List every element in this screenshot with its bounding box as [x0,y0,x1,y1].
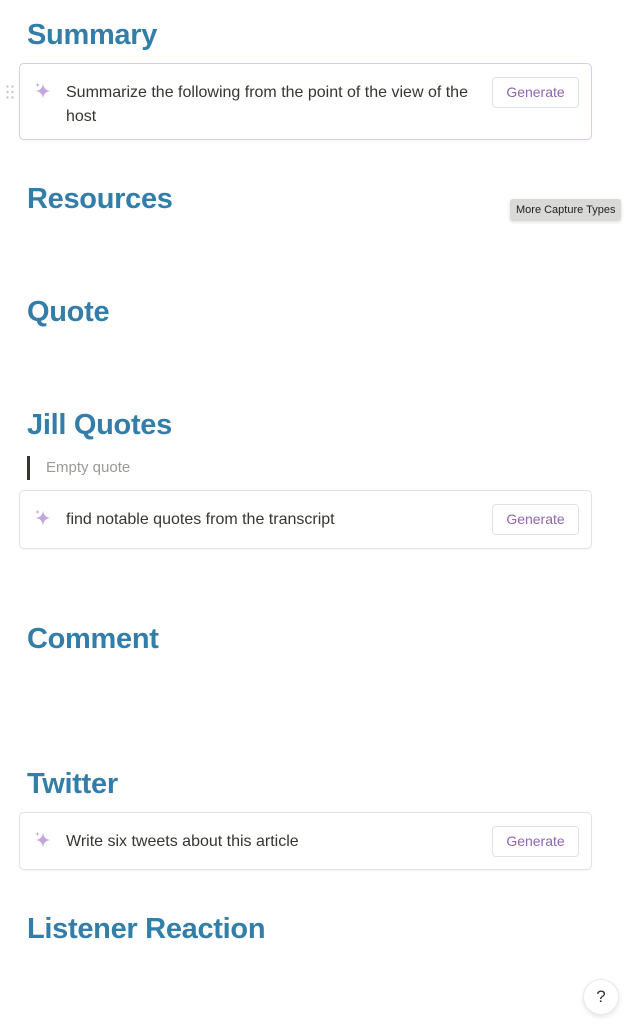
heading-jill-quotes: Jill Quotes [27,409,172,441]
ai-block-summary[interactable]: Summarize the following from the point o… [19,63,592,140]
tooltip-more-capture-types: More Capture Types [510,199,622,221]
generate-button[interactable]: Generate [492,77,579,108]
heading-twitter: Twitter [27,768,118,800]
ai-block-twitter[interactable]: Write six tweets about this article Gene… [19,812,592,870]
quote-block[interactable]: Empty quote [27,456,130,480]
notion-page: Summary Summarize the following from the… [0,0,634,1028]
heading-comment: Comment [27,623,159,655]
heading-quote: Quote [27,296,110,328]
ai-prompt-text[interactable]: Write six tweets about this article [66,830,486,854]
ai-block-jill-quotes[interactable]: find notable quotes from the transcript … [19,490,592,549]
heading-resources: Resources [27,183,173,215]
ai-prompt-text[interactable]: Summarize the following from the point o… [66,81,486,129]
heading-summary: Summary [27,19,158,51]
ai-prompt-text[interactable]: find notable quotes from the transcript [66,508,486,532]
sparkle-icon [35,831,51,848]
help-button[interactable]: ? [583,979,619,1015]
sparkle-icon [35,82,51,99]
drag-handle-icon[interactable] [5,84,15,100]
heading-listener-reaction: Listener Reaction [27,913,266,945]
generate-button[interactable]: Generate [492,826,579,857]
generate-button[interactable]: Generate [492,504,579,535]
sparkle-icon [35,509,51,526]
